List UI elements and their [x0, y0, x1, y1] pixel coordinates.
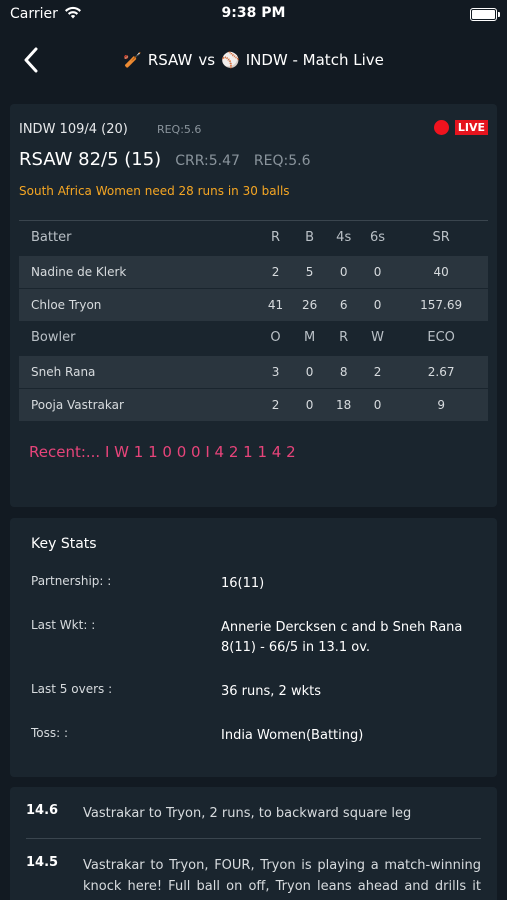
- back-button[interactable]: [16, 42, 46, 78]
- page-title: 🏏 RSAW vs ⚾ INDW - Match Live: [0, 51, 507, 69]
- bowler-runs: 8: [326, 354, 361, 388]
- batter-name: Chloe Tryon: [19, 287, 259, 321]
- first-innings-score: INDW 109/4 (20): [19, 122, 128, 137]
- batter-balls: 26: [292, 287, 327, 321]
- batter-header: Batter: [31, 230, 72, 246]
- stat-value: 36 runs, 2 wkts: [221, 684, 321, 699]
- bowler-maidens: 0: [292, 387, 327, 421]
- table-row: Pooja Vastrakar 2 0 18 0 9: [19, 387, 488, 421]
- fours-header: 4s: [336, 230, 352, 246]
- stat-row-last-wicket: Last Wkt: : Annerie Dercksen c and b Sne…: [31, 618, 476, 658]
- batter-runs: 2: [258, 254, 293, 288]
- chevron-left-icon: [24, 47, 38, 73]
- stat-value: 16(11): [221, 576, 265, 591]
- team1-name: RSAW: [147, 51, 193, 69]
- batting-table: Batter R B 4s 6s SR Nadine de Klerk 2 5 …: [19, 221, 488, 421]
- required-run-rate: REQ:5.6: [253, 153, 311, 169]
- over-number: 14.6: [26, 803, 59, 818]
- live-badge: LIVE: [454, 120, 488, 135]
- batter-runs: 41: [258, 287, 293, 321]
- runs-header: R: [271, 230, 281, 246]
- bowler-name: Sneh Rana: [19, 354, 259, 388]
- nav-bar: 🏏 RSAW vs ⚾ INDW - Match Live: [0, 28, 507, 92]
- team2-name: INDW - Match Live: [245, 51, 384, 69]
- key-stats-card: Key Stats Partnership: : 16(11) Last Wkt…: [10, 518, 497, 777]
- stat-value: India Women(Batting): [221, 728, 364, 743]
- bowler-economy: 9: [394, 387, 488, 421]
- bowler-maidens: 0: [292, 354, 327, 388]
- clock: 9:38 PM: [221, 5, 286, 21]
- bowler-wickets: 0: [360, 387, 395, 421]
- key-stats-title: Key Stats: [31, 536, 97, 552]
- bowler-runs: 18: [326, 387, 361, 421]
- stat-value: Annerie Dercksen c and b Sneh Rana 8(11)…: [221, 620, 463, 655]
- commentary-card: 14.6 Vastrakar to Tryon, 2 runs, to back…: [10, 787, 497, 900]
- table-row: Chloe Tryon 41 26 6 0 157.69: [19, 287, 488, 321]
- bowler-header: Bowler: [31, 330, 76, 346]
- current-run-rate: CRR:5.47: [175, 153, 240, 169]
- batter-fours: 0: [326, 254, 361, 288]
- cricket-bat-icon: 🏏: [123, 51, 142, 69]
- stat-label: Last 5 overs :: [31, 682, 113, 696]
- vs-label: vs: [198, 51, 216, 69]
- stat-label: Last Wkt: :: [31, 618, 96, 632]
- list-item: 14.6 Vastrakar to Tryon, 2 runs, to back…: [26, 787, 481, 839]
- batter-sr: 40: [394, 254, 488, 288]
- list-item: 14.5 Vastrakar to Tryon, FOUR, Tryon is …: [26, 839, 481, 900]
- wickets-header: W: [371, 330, 384, 346]
- strike-rate-header: SR: [432, 230, 450, 246]
- live-dot-icon: [433, 120, 449, 135]
- batter-sixes: 0: [360, 287, 395, 321]
- commentary-text: Vastrakar to Tryon, 2 runs, to backward …: [83, 806, 412, 821]
- scoreboard-card: INDW 109/4 (20) REQ:5.6 LIVE RSAW 82/5 (…: [10, 104, 497, 507]
- bowler-overs: 2: [258, 387, 293, 421]
- batter-balls: 5: [292, 254, 327, 288]
- economy-header: ECO: [427, 330, 455, 346]
- over-number: 14.5: [26, 855, 59, 870]
- sixes-header: 6s: [369, 230, 386, 246]
- match-situation: South Africa Women need 28 runs in 30 ba…: [19, 184, 290, 198]
- table-row: Sneh Rana 3 0 8 2 2.67: [19, 354, 488, 388]
- stat-row-last-5-overs: Last 5 overs : 36 runs, 2 wkts: [31, 682, 476, 702]
- stat-label: Partnership: :: [31, 574, 112, 588]
- stat-row-toss: Toss: : India Women(Batting): [31, 726, 476, 746]
- current-innings-score: RSAW 82/5 (15): [19, 149, 162, 170]
- stat-label: Toss: :: [31, 726, 69, 740]
- battery-icon: [470, 7, 500, 21]
- bowler-economy: 2.67: [394, 354, 488, 388]
- runs-conceded-header: R: [339, 330, 349, 346]
- bowler-name: Pooja Vastrakar: [19, 387, 259, 421]
- table-row: Nadine de Klerk 2 5 0 0 40: [19, 254, 488, 288]
- cricket-ball-icon: ⚾: [221, 51, 240, 69]
- live-indicator: LIVE: [433, 120, 488, 135]
- batter-sixes: 0: [360, 254, 395, 288]
- recent-balls: Recent:... I W 1 1 0 0 0 I 4 2 1 1 4 2: [29, 443, 296, 461]
- bowler-wickets: 2: [360, 354, 395, 388]
- commentary-text: Vastrakar to Tryon, FOUR, Tryon is playi…: [83, 858, 481, 894]
- batting-header-row: Batter R B 4s 6s SR: [19, 221, 488, 255]
- stat-row-partnership: Partnership: : 16(11): [31, 574, 476, 594]
- batter-sr: 157.69: [394, 287, 488, 321]
- overs-header: O: [270, 330, 281, 346]
- batter-fours: 6: [326, 287, 361, 321]
- batter-name: Nadine de Klerk: [19, 254, 259, 288]
- status-bar: Carrier 9:38 PM: [0, 0, 507, 28]
- bowler-overs: 3: [258, 354, 293, 388]
- bowling-header-row: Bowler O M R W ECO: [19, 321, 488, 355]
- first-innings-req: REQ:5.6: [156, 123, 202, 136]
- maidens-header: M: [304, 330, 316, 346]
- balls-header: B: [305, 230, 315, 246]
